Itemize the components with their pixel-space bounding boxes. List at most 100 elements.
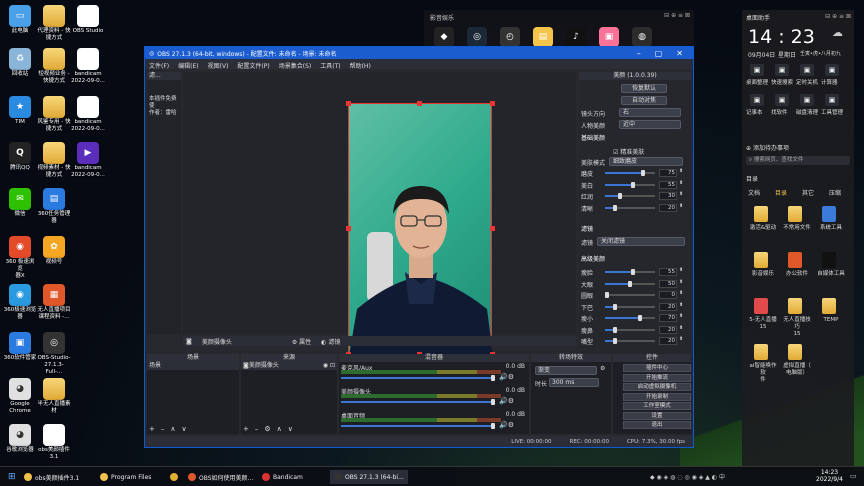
desktop-icon[interactable]: ▶ bandicam 2022-09-0... (71, 142, 105, 179)
folder-icon[interactable] (754, 252, 768, 268)
desktop-icon[interactable]: ▭ 此电脑 (3, 5, 37, 35)
control-button[interactable]: 工作室模式 (623, 402, 691, 410)
desktop-icon[interactable]: ▣ 360软件管家 (3, 332, 37, 362)
beauty-slider[interactable] (605, 280, 655, 287)
notification-icon[interactable]: ▭ (850, 472, 857, 480)
gear-icon[interactable]: ⚙ (264, 425, 270, 433)
control-button[interactable]: 退出 (623, 421, 691, 429)
assistant-controls[interactable]: ⊟ ⊕ ≡ ⊠ (825, 13, 851, 20)
clock-app-icon[interactable]: ◴ (500, 27, 520, 47)
menu-item[interactable]: 文件(F) (149, 61, 169, 70)
tray-icons[interactable]: ◆ ◉ ◈ ◍ ◌ ◎ ◉ ◈ ▲ ◐ 中 (650, 472, 725, 481)
shortcut-icon[interactable]: ▣ (750, 64, 764, 76)
beauty-slider[interactable] (605, 326, 655, 333)
spin-arrows-icon[interactable]: ⬍ (679, 168, 683, 174)
menu-item[interactable]: 配置文件(P) (237, 61, 269, 70)
menu-item[interactable]: 编辑(E) (178, 61, 198, 70)
shortcut-icon[interactable]: ▣ (750, 94, 764, 106)
folder-icon[interactable] (754, 206, 768, 222)
desktop-icon[interactable]: ◉ 360 极速浏览 器X (3, 236, 37, 280)
properties-button[interactable]: ⚙ 属性 (292, 337, 311, 346)
spin-arrows-icon[interactable]: ⬍ (679, 191, 683, 197)
spin-arrows-icon[interactable]: ⬍ (679, 313, 683, 319)
duration-input[interactable]: 300 ms (549, 378, 599, 387)
beauty-value-input[interactable]: 70 (659, 314, 677, 322)
fine-skin-checkbox[interactable]: ☑ 精准美肤 (613, 147, 644, 156)
speaker-gear-icon[interactable]: 🔊⚙ (499, 373, 514, 381)
taskbar-item[interactable]: Bandicam (258, 470, 307, 484)
volume-slider[interactable] (341, 399, 495, 405)
beauty-value-input[interactable]: 0 (659, 291, 677, 299)
spin-arrows-icon[interactable]: ⬍ (679, 267, 683, 273)
desktop-icon[interactable]: bandicam 2022-09-0... (71, 96, 105, 133)
assistant-tab[interactable]: 压缩 (829, 188, 841, 197)
remove-icon[interactable]: – (255, 425, 259, 433)
spin-arrows-icon[interactable]: ⬍ (679, 302, 683, 308)
desktop-icon[interactable]: ◎ OBS-Studio- 27.1.3-Full-... (37, 332, 71, 376)
bilibili-icon[interactable]: ▣ (599, 27, 619, 47)
assistant-tab[interactable]: 其它 (802, 188, 814, 197)
menu-item[interactable]: 工具(T) (320, 61, 340, 70)
taskbar-item[interactable]: Program Files (96, 470, 155, 484)
down-icon[interactable]: ∨ (288, 425, 293, 433)
shortcut-icon[interactable]: ▣ (825, 94, 839, 106)
source-item[interactable]: ◙ 美颜摄像头 ◉ ⊡ (241, 362, 337, 370)
control-button[interactable]: 插件中心 (623, 364, 691, 372)
folder-icon[interactable] (788, 298, 802, 314)
volume-slider[interactable] (341, 423, 495, 429)
start-button[interactable]: ⊞ (4, 470, 20, 484)
desktop-icon[interactable]: OBS Studio (71, 5, 105, 35)
spin-arrows-icon[interactable]: ⬍ (679, 180, 683, 186)
alien-icon[interactable]: ◆ (434, 27, 454, 47)
remove-icon[interactable]: – (161, 425, 165, 433)
desktop-icon[interactable]: ▤ 360任务管理 器 (37, 188, 71, 225)
scene-item[interactable]: 场景 (147, 362, 239, 370)
taskbar-item[interactable] (166, 470, 185, 484)
shortcut-icon[interactable]: ▣ (800, 64, 814, 76)
volume-slider[interactable] (341, 375, 495, 381)
filter-select[interactable]: 关闭滤镜 (597, 237, 685, 246)
shortcut-icon[interactable]: ▣ (800, 94, 814, 106)
folder-icon[interactable] (822, 298, 836, 314)
transition-type-select[interactable]: 渐变 (535, 366, 597, 375)
control-button[interactable]: 开始录制 (623, 392, 691, 401)
menu-item[interactable]: 场景集合(S) (279, 61, 312, 70)
desktop-icon[interactable]: 代理资料 - 快 捷方式 (37, 5, 71, 42)
maximize-icon[interactable]: ▢ (655, 49, 663, 58)
beauty-value-input[interactable]: 75 (659, 169, 677, 177)
face-count-select[interactable]: 近中 (619, 120, 681, 129)
beauty-slider[interactable] (605, 303, 655, 310)
beauty-slider[interactable] (605, 292, 655, 298)
menu-item[interactable]: 帮助(H) (350, 61, 371, 70)
beauty-slider[interactable] (605, 269, 655, 275)
spin-arrows-icon[interactable]: ⬍ (679, 325, 683, 331)
control-button[interactable]: 设置 (623, 411, 691, 420)
desktop-icon[interactable]: ✉ 微信 (3, 188, 37, 218)
desktop-icon[interactable]: ◉ 360极速浏览 器 (3, 284, 37, 321)
desktop-icon[interactable]: ★ TIM (3, 96, 37, 126)
camera-direction-select[interactable]: 右 (619, 108, 681, 117)
desktop-icon[interactable]: 半无人直播素 材 (37, 378, 71, 415)
folder-icon[interactable] (822, 252, 836, 268)
beauty-value-input[interactable]: 20 (659, 302, 677, 311)
assistant-tab[interactable]: 文档 (748, 188, 760, 197)
desktop-icon[interactable]: 视频素材 - 快 捷方式 (37, 142, 71, 179)
desktop-icon[interactable]: 风鉴专用 - 快 捷方式 (37, 96, 71, 133)
camera-preview[interactable] (348, 103, 493, 356)
speaker-gear-icon[interactable]: 🔊⚙ (499, 397, 514, 405)
beauty-value-input[interactable]: 20 (659, 337, 677, 345)
folder-icon[interactable] (754, 344, 768, 360)
taskbar-item[interactable]: OBS 27.1.3 (64-bi... (330, 470, 408, 484)
auto-focus-button[interactable]: 自动对焦 (621, 96, 667, 105)
beauty-value-input[interactable]: 55 (659, 180, 677, 189)
minimize-icon[interactable]: – (637, 49, 641, 58)
shortcut-icon[interactable]: ▣ (825, 64, 839, 76)
assistant-tab[interactable]: 目录 (775, 188, 787, 197)
close-icon[interactable]: ✕ (676, 49, 683, 58)
desktop-icon[interactable]: Q 腾讯QQ (3, 142, 37, 172)
assistant-search-input[interactable]: ⌕ 搜索网页、查找文件 (746, 156, 850, 165)
visibility-icon[interactable]: ◉ ⊡ (323, 362, 337, 370)
beauty-slider[interactable] (605, 204, 655, 211)
add-icon[interactable]: + (243, 425, 249, 433)
add-icon[interactable]: + (149, 425, 155, 433)
